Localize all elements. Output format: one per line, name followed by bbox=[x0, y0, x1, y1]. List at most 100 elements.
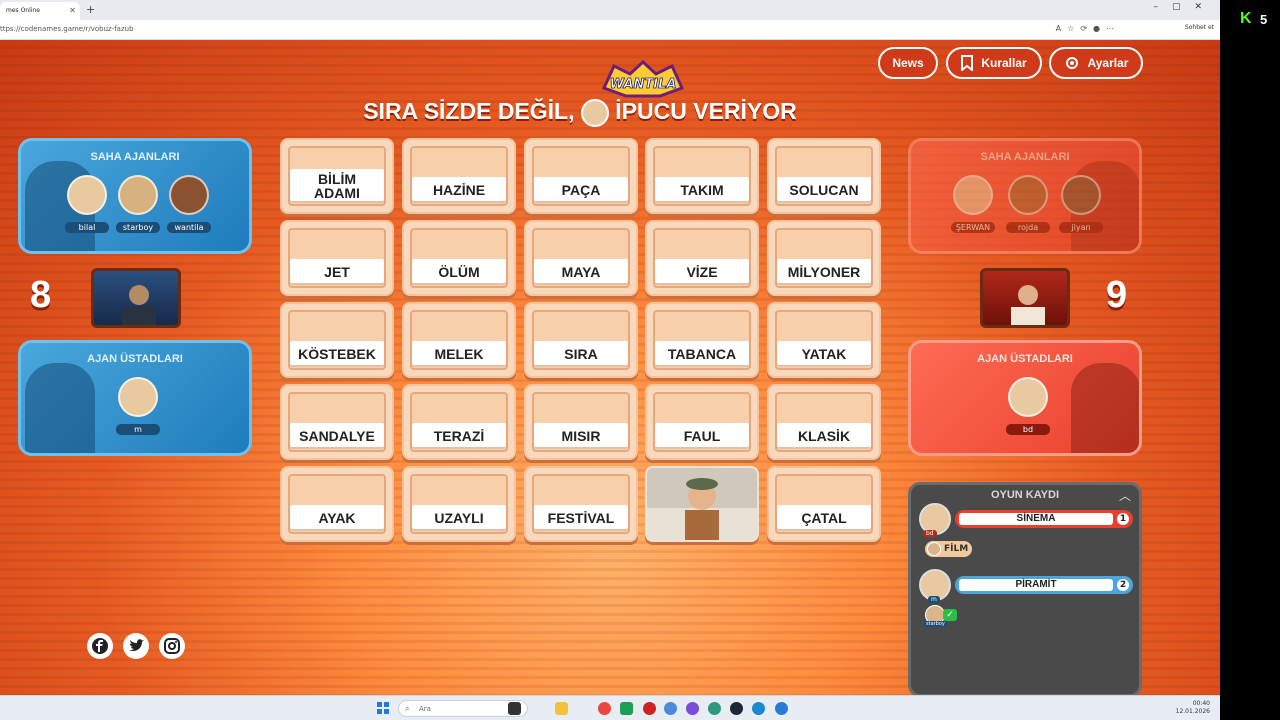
word-card[interactable]: UZAYLI bbox=[402, 466, 516, 542]
taskbar: ⌕ Ara 00:40 12.01.2026 bbox=[0, 695, 1220, 720]
card-word: MAYA bbox=[534, 259, 628, 285]
rules-button[interactable]: Kurallar bbox=[946, 47, 1042, 79]
card-word-line: ADAMI bbox=[314, 185, 360, 201]
blue-agent-starboy[interactable]: starboy bbox=[114, 175, 162, 234]
word-card[interactable]: KLASİK bbox=[767, 384, 881, 460]
windows-start-icon[interactable] bbox=[377, 702, 389, 714]
settings-label: Ayarlar bbox=[1087, 56, 1129, 70]
guesser-avatar bbox=[927, 542, 941, 556]
turn-status: SIRA SİZDE DEĞİL, İPUCU VERİYOR bbox=[280, 98, 880, 127]
word-card[interactable]: FAUL bbox=[645, 384, 759, 460]
card-word: ÖLÜM bbox=[412, 259, 506, 285]
word-card[interactable]: MİLYONER bbox=[767, 220, 881, 296]
revealed-bystander-card[interactable] bbox=[645, 466, 759, 542]
rules-label: Kurallar bbox=[981, 56, 1027, 70]
blue-agent-wantila[interactable]: wantila bbox=[165, 175, 213, 234]
avatar bbox=[953, 175, 993, 215]
red-spymasters-title: AJAN ÜSTADLARI bbox=[977, 353, 1073, 365]
card-word: FAUL bbox=[655, 423, 749, 449]
card-word: TABANCA bbox=[655, 341, 749, 367]
settings-button[interactable]: Ayarlar bbox=[1049, 47, 1143, 79]
word-card[interactable]: TERAZİ bbox=[402, 384, 516, 460]
app-icon[interactable] bbox=[686, 702, 699, 715]
blue-spy-illustration bbox=[122, 285, 156, 325]
blue-remaining-card bbox=[91, 268, 181, 328]
app-icon[interactable] bbox=[775, 702, 788, 715]
red-field-agents-panel: SAHA AJANLARI ŞERWAN rojda jiyan bbox=[908, 138, 1142, 254]
close-tab-icon[interactable]: ✕ bbox=[69, 6, 76, 15]
check-icon: ✓ bbox=[943, 609, 957, 621]
card-word: YATAK bbox=[777, 341, 871, 367]
clue-entry: SİNEMA 1 bbox=[955, 510, 1133, 528]
player-name: ŞERWAN bbox=[951, 222, 995, 233]
red-agent-serwan[interactable]: ŞERWAN bbox=[949, 175, 997, 234]
word-card[interactable]: ÖLÜM bbox=[402, 220, 516, 296]
new-tab-icon[interactable]: + bbox=[86, 3, 95, 16]
word-card[interactable]: SANDALYE bbox=[280, 384, 394, 460]
copilot-chat-button[interactable]: Sohbet et bbox=[1185, 24, 1214, 31]
red-agent-rojda[interactable]: rojda bbox=[1004, 175, 1052, 234]
collapse-chevron-icon[interactable]: ︿ bbox=[1119, 487, 1131, 504]
card-word: AYAK bbox=[290, 505, 384, 531]
edge-active-icon[interactable] bbox=[752, 702, 765, 715]
chrome-icon[interactable] bbox=[598, 702, 611, 715]
task-view-icon[interactable] bbox=[508, 702, 521, 715]
gear-icon bbox=[1065, 57, 1078, 69]
clue-word: SİNEMA bbox=[959, 513, 1113, 525]
url-text[interactable]: ttps://codenames.game/r/vobuz-fazub bbox=[0, 25, 134, 33]
word-card[interactable]: BİLİM ADAMI bbox=[280, 138, 394, 214]
word-card[interactable]: JET bbox=[280, 220, 394, 296]
word-card[interactable]: SOLUCAN bbox=[767, 138, 881, 214]
window-controls[interactable]: –▢✕ bbox=[1153, 2, 1216, 12]
clue-entry: PİRAMİT 2 bbox=[955, 576, 1133, 594]
word-card[interactable]: MAYA bbox=[524, 220, 638, 296]
player-name: wantila bbox=[167, 222, 211, 233]
blue-agent-bilal[interactable]: bilal bbox=[63, 175, 111, 234]
word-card[interactable]: MELEK bbox=[402, 302, 516, 378]
word-card[interactable]: AYAK bbox=[280, 466, 394, 542]
address-bar-icons[interactable]: A☆⟳●⋯ bbox=[1056, 24, 1120, 33]
blue-master-m[interactable]: m bbox=[114, 377, 162, 436]
word-card[interactable]: PAÇA bbox=[524, 138, 638, 214]
news-button[interactable]: News bbox=[878, 47, 938, 79]
app-icon[interactable] bbox=[664, 702, 677, 715]
facebook-icon[interactable] bbox=[87, 633, 113, 659]
word-card[interactable]: MISIR bbox=[524, 384, 638, 460]
word-card[interactable]: TAKIM bbox=[645, 138, 759, 214]
red-spy-illustration bbox=[1011, 285, 1045, 325]
browser-tab[interactable]: mes Online ✕ bbox=[0, 2, 80, 20]
guess-word: FİLM bbox=[944, 544, 969, 554]
card-word: MELEK bbox=[412, 341, 506, 367]
game-log-title: OYUN KAYDI bbox=[990, 489, 1060, 501]
word-card[interactable]: ÇATAL bbox=[767, 466, 881, 542]
player-name: starboy bbox=[116, 222, 160, 233]
system-clock[interactable]: 00:40 12.01.2026 bbox=[1176, 700, 1210, 716]
word-card[interactable]: VİZE bbox=[645, 220, 759, 296]
app-icon[interactable] bbox=[643, 702, 656, 715]
address-bar[interactable]: ttps://codenames.game/r/vobuz-fazub A☆⟳●… bbox=[0, 20, 1220, 40]
edge-icon[interactable] bbox=[708, 702, 721, 715]
browser-window: mes Online ✕ + –▢✕ ttps://codenames.game… bbox=[0, 0, 1220, 720]
card-word: MİLYONER bbox=[777, 259, 871, 285]
red-master-bd[interactable]: bd bbox=[1004, 377, 1052, 436]
card-word: TAKIM bbox=[655, 177, 749, 203]
steam-icon[interactable] bbox=[730, 702, 743, 715]
red-score: 9 bbox=[1106, 274, 1128, 316]
avatar bbox=[1061, 175, 1101, 215]
instagram-icon[interactable] bbox=[159, 633, 185, 659]
word-card[interactable]: TABANCA bbox=[645, 302, 759, 378]
search-icon: ⌕ bbox=[405, 704, 410, 713]
word-card[interactable]: FESTİVAL bbox=[524, 466, 638, 542]
word-card[interactable]: HAZİNE bbox=[402, 138, 516, 214]
card-word: MISIR bbox=[534, 423, 628, 449]
excel-icon[interactable] bbox=[620, 702, 633, 715]
word-card[interactable]: KÖSTEBEK bbox=[280, 302, 394, 378]
word-card[interactable]: YATAK bbox=[767, 302, 881, 378]
word-card[interactable]: SIRA bbox=[524, 302, 638, 378]
red-agent-jiyan[interactable]: jiyan bbox=[1057, 175, 1105, 234]
twitter-icon[interactable] bbox=[123, 633, 149, 659]
card-word: FESTİVAL bbox=[534, 505, 628, 531]
avatar bbox=[118, 175, 158, 215]
file-explorer-icon[interactable] bbox=[555, 702, 568, 715]
clock-date: 12.01.2026 bbox=[1175, 708, 1210, 715]
